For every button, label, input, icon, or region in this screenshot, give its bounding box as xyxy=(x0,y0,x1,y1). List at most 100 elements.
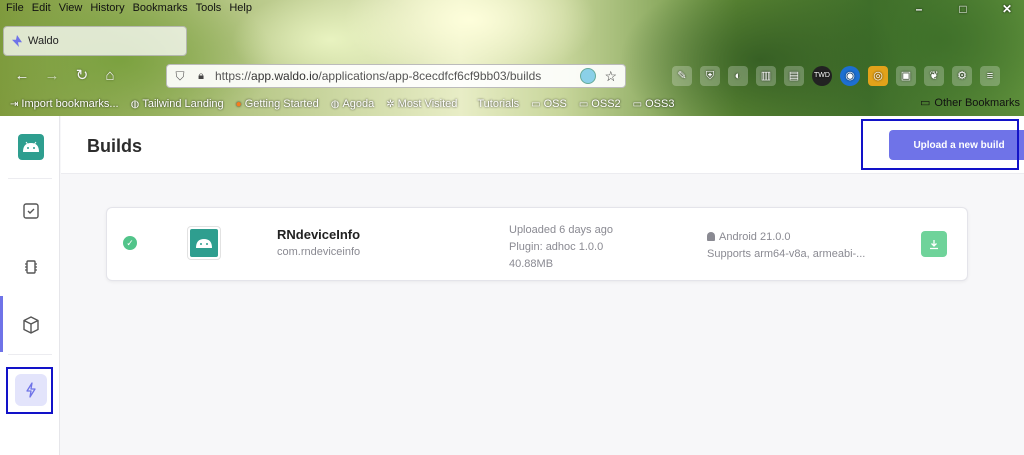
supported-abis: Supports arm64-v8a, armeabi-... xyxy=(707,248,866,260)
bookmarks-bar: ⇥ Import bookmarks... ◍ Tailwind Landing ●… xyxy=(10,96,674,112)
maximize-button[interactable]: □ xyxy=(954,2,972,16)
menu-edit[interactable]: Edit xyxy=(32,2,51,16)
bookmark-folder[interactable]: ▭ OSS3 xyxy=(633,96,675,112)
menu-help[interactable]: Help xyxy=(229,2,252,16)
gear-icon: ✲ xyxy=(386,98,395,110)
back-icon[interactable]: ← xyxy=(12,66,32,86)
checklist-icon xyxy=(23,203,39,219)
folder-icon: ▭ xyxy=(632,98,643,110)
tab-title: Waldo xyxy=(28,35,59,47)
menu-view[interactable]: View xyxy=(59,2,83,16)
sidebar-item-sessions[interactable] xyxy=(19,199,43,223)
bookmark-label: Tailwind Landing xyxy=(142,98,224,110)
navigation-toolbar: ← → ↻ ⌂ ⛉ 🔒︎ https://app.waldo.io/applic… xyxy=(0,62,1024,90)
bookmark-label: Most Visited xyxy=(397,98,458,110)
page-header: Builds Upload a new build xyxy=(61,116,1024,174)
folder-icon: ▭ xyxy=(920,97,931,109)
wrench-icon[interactable]: ✎ xyxy=(672,66,692,86)
twd-icon[interactable]: TWD xyxy=(812,66,832,86)
minimize-button[interactable]: – xyxy=(910,2,928,16)
sidebar-item-builds[interactable] xyxy=(19,313,43,337)
browser-chrome: File Edit View History Bookmarks Tools H… xyxy=(0,0,1024,116)
paw-icon[interactable]: ❦ xyxy=(924,66,944,86)
android-icon xyxy=(190,229,218,257)
gear-icon[interactable]: ⚙ xyxy=(952,66,972,86)
menu-history[interactable]: History xyxy=(90,2,124,16)
bookmark-label: Tutorials xyxy=(477,98,520,110)
bookmark-label: Getting Started xyxy=(244,98,319,110)
sidebar xyxy=(0,116,60,455)
extension-icon[interactable] xyxy=(580,68,597,84)
reload-icon[interactable]: ↻ xyxy=(72,66,92,86)
os-version: Android 21.0.0 xyxy=(719,231,791,243)
sidebar-divider xyxy=(8,354,52,355)
extension-icon[interactable]: ◎ xyxy=(868,66,888,86)
sidebar-active-indicator xyxy=(0,296,3,352)
bookmark-item[interactable]: ⇥ Import bookmarks... xyxy=(10,96,119,112)
menu-icon[interactable]: ≡ xyxy=(980,66,1000,86)
close-window-button[interactable]: ✕ xyxy=(998,2,1016,16)
build-size: 40.88MB xyxy=(509,258,554,270)
build-card[interactable]: ✓ RNdeviceInfo com.rndeviceinfo Uploaded… xyxy=(106,207,968,281)
chip-icon xyxy=(25,260,37,274)
bookmark-label: OSS xyxy=(543,98,567,110)
menu-bar: File Edit View History Bookmarks Tools H… xyxy=(6,2,252,16)
firefox-icon: ● xyxy=(235,98,242,110)
folder-icon: ▭ xyxy=(531,98,541,110)
url-path: /applications/app-8cecdfcf6cf9bb03/build… xyxy=(318,69,542,83)
sidebar-icon[interactable]: ▤ xyxy=(784,66,804,86)
shield-icon[interactable]: ⛨ xyxy=(700,66,720,86)
menu-file[interactable]: File xyxy=(6,2,24,16)
notes-icon[interactable]: ▣ xyxy=(896,66,916,86)
browser-tab[interactable]: Waldo xyxy=(3,26,187,56)
app-content: Builds Upload a new build ✓ RNdeviceInfo… xyxy=(0,116,1024,455)
lock-icon[interactable]: 🔒︎ xyxy=(195,70,207,83)
build-meta: Uploaded 6 days ago Plugin: adhoc 1.0.0 … xyxy=(509,222,613,273)
folder-icon: ▭ xyxy=(578,98,589,110)
bookmark-item[interactable]: ● Getting Started xyxy=(236,96,319,112)
bookmark-item[interactable]: ◍ Tailwind Landing xyxy=(131,96,224,112)
uploaded-time: Uploaded 6 days ago xyxy=(509,224,613,236)
waldo-favicon-icon xyxy=(12,35,22,47)
box-icon xyxy=(23,316,39,334)
other-bookmarks[interactable]: ▭ Other Bookmarks xyxy=(920,96,1020,110)
app-package: com.rndeviceinfo xyxy=(277,246,361,258)
download-button[interactable] xyxy=(921,231,947,257)
globe-icon: ◍ xyxy=(330,98,340,110)
android-icon xyxy=(707,232,715,241)
platform-info: Android 21.0.0 Supports arm64-v8a, armea… xyxy=(707,229,865,263)
bookmark-item[interactable]: ◍ Agoda xyxy=(331,96,375,112)
forward-icon[interactable]: → xyxy=(42,66,62,86)
globe-icon[interactable]: ◉ xyxy=(840,66,860,86)
extension-icon[interactable]: ◐ xyxy=(728,66,748,86)
app-name: RNdeviceInfo xyxy=(277,227,361,242)
sidebar-divider xyxy=(8,178,52,179)
bookmark-folder[interactable]: ▭ OSS xyxy=(531,96,567,112)
tracking-shield-icon[interactable]: ⛉ xyxy=(173,69,187,84)
globe-icon: ◍ xyxy=(130,98,140,110)
app-icon xyxy=(187,226,221,260)
page-title: Builds xyxy=(87,136,143,156)
url-text[interactable]: https://app.waldo.io/applications/app-8c… xyxy=(215,69,580,83)
home-icon[interactable]: ⌂ xyxy=(100,66,120,86)
bookmark-item[interactable]: Tutorials xyxy=(477,96,519,112)
android-logo[interactable] xyxy=(18,134,44,160)
url-bar[interactable]: ⛉ 🔒︎ https://app.waldo.io/applications/a… xyxy=(166,64,626,88)
menu-bookmarks[interactable]: Bookmarks xyxy=(133,2,188,16)
toolbar-icons: ✎ ⛨ ◐ ▥ ▤ TWD ◉ ◎ ▣ ❦ ⚙ ≡ xyxy=(672,66,1000,86)
menu-tools[interactable]: Tools xyxy=(196,2,222,16)
url-host: app.waldo.io xyxy=(251,69,319,83)
library-icon[interactable]: ▥ xyxy=(756,66,776,86)
bookmark-item[interactable]: ✲ Most Visited xyxy=(386,96,457,112)
download-icon xyxy=(930,240,938,250)
bookmark-folder[interactable]: ▭ OSS2 xyxy=(579,96,621,112)
other-bookmarks-label: Other Bookmarks xyxy=(934,96,1020,109)
bookmark-star-icon[interactable]: ☆ xyxy=(604,68,617,85)
bookmark-label: Import bookmarks... xyxy=(21,98,119,110)
highlight-box xyxy=(861,119,1019,170)
sidebar-item-devices[interactable] xyxy=(19,255,43,279)
window-controls: – □ ✕ xyxy=(910,2,1016,16)
url-scheme: https:// xyxy=(215,69,252,83)
plugin-version: Plugin: adhoc 1.0.0 xyxy=(509,241,604,253)
import-icon: ⇥ xyxy=(10,98,19,110)
